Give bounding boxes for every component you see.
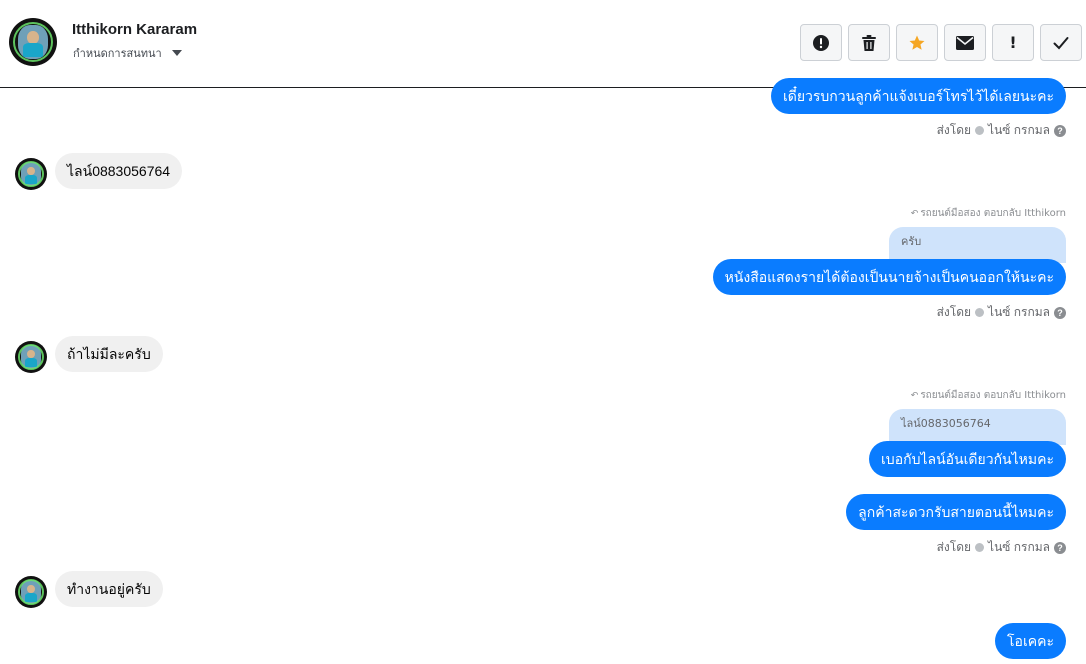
message-incoming: ถ้าไม่มีละครับ	[55, 336, 163, 372]
sent-by-meta: ส่งโดย ไนซ์ กรกมล ?	[937, 121, 1066, 140]
reply-meta: ↶ รถยนต์มือสอง ตอบกลับ Itthikorn	[911, 388, 1066, 403]
contact-avatar-small	[15, 341, 47, 373]
message-incoming: ทำงานอยู่ครับ	[55, 571, 163, 607]
mark-done-button[interactable]	[1040, 24, 1082, 61]
star-button[interactable]	[896, 24, 938, 61]
mark-unread-button[interactable]	[944, 24, 986, 61]
sent-by-label: ส่งโดย	[936, 540, 972, 554]
contact-name[interactable]: Itthikorn Kararam	[72, 21, 197, 38]
alert-circle-icon	[813, 34, 829, 51]
star-icon	[909, 35, 925, 50]
message-outgoing: เดี๋ยวรบกวนลูกค้าแจ้งเบอร์โทรไว้ได้เลยนะ…	[770, 78, 1066, 114]
contact-avatar-small	[15, 158, 47, 190]
reply-meta: ↶ รถยนต์มือสอง ตอบกลับ Itthikorn	[911, 206, 1066, 221]
reply-arrow-icon: ↶	[910, 390, 919, 401]
reply-arrow-icon: ↶	[910, 208, 919, 219]
reply-meta-text: รถยนต์มือสอง ตอบกลับ Itthikorn	[920, 208, 1066, 219]
assign-conversation-dropdown[interactable]: กำหนดการสนทนา	[73, 44, 182, 62]
message-outgoing: หนังสือแสดงรายได้ต้องเป็นนายจ้างเป็นคนออ…	[712, 259, 1066, 295]
delete-button[interactable]	[848, 24, 890, 61]
sent-by-label: ส่งโดย	[936, 305, 972, 319]
exclamation-icon: !	[1009, 33, 1017, 52]
sender-name: ไนซ์ กรกมล	[988, 540, 1050, 554]
question-icon[interactable]: ?	[1054, 124, 1066, 137]
verified-icon	[975, 543, 985, 552]
sent-by-meta: ส่งโดย ไนซ์ กรกมล ?	[937, 303, 1066, 322]
checkmark-icon	[1053, 36, 1069, 49]
message-outgoing: ลูกค้าสะดวกรับสายตอนนี้ไหมคะ	[846, 494, 1066, 530]
conversation-toolbar: !	[800, 24, 1082, 61]
question-icon[interactable]: ?	[1054, 306, 1066, 319]
quoted-message[interactable]: ครับ	[889, 227, 1066, 263]
message-outgoing: โอเคคะ	[995, 623, 1066, 659]
envelope-icon	[956, 35, 974, 50]
mark-spam-button[interactable]	[800, 24, 842, 61]
message-outgoing: เบอกับไลน์อันเดียวกันไหมคะ	[869, 441, 1066, 477]
sender-name: ไนซ์ กรกมล	[988, 123, 1050, 137]
conversation-header: Itthikorn Kararam กำหนดการสนทนา !	[0, 0, 1086, 88]
contact-avatar-small	[15, 576, 47, 608]
sent-by-meta: ส่งโดย ไนซ์ กรกมล ?	[937, 538, 1066, 557]
message-incoming: ไลน์0883056764	[55, 153, 183, 189]
question-icon[interactable]: ?	[1054, 541, 1066, 554]
quoted-message[interactable]: ไลน์0883056764	[889, 409, 1066, 445]
verified-icon	[975, 308, 985, 317]
reply-meta-text: รถยนต์มือสอง ตอบกลับ Itthikorn	[920, 390, 1066, 401]
trash-icon	[862, 34, 876, 51]
verified-icon	[975, 126, 985, 135]
caret-down-icon	[171, 50, 182, 56]
contact-avatar[interactable]	[9, 18, 57, 66]
follow-up-button[interactable]: !	[992, 24, 1034, 61]
sent-by-label: ส่งโดย	[936, 123, 972, 137]
sender-name: ไนซ์ กรกมล	[988, 305, 1050, 319]
assign-label: กำหนดการสนทนา	[73, 47, 162, 60]
